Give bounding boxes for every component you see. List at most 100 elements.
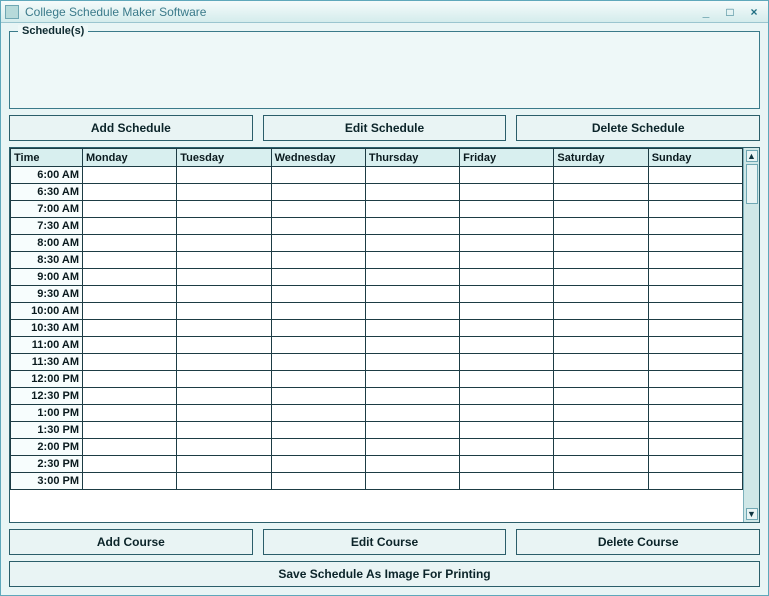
schedule-cell[interactable]	[460, 371, 554, 388]
schedule-cell[interactable]	[648, 201, 742, 218]
schedule-cell[interactable]	[365, 184, 459, 201]
schedule-cell[interactable]	[365, 167, 459, 184]
schedule-cell[interactable]	[554, 303, 648, 320]
schedule-cell[interactable]	[365, 252, 459, 269]
table-row[interactable]: 8:00 AM	[11, 235, 743, 252]
schedule-cell[interactable]	[460, 201, 554, 218]
schedule-cell[interactable]	[460, 405, 554, 422]
schedule-cell[interactable]	[177, 303, 271, 320]
schedule-cell[interactable]	[648, 286, 742, 303]
schedule-cell[interactable]	[83, 405, 177, 422]
col-tuesday[interactable]: Tuesday	[177, 149, 271, 167]
schedule-cell[interactable]	[648, 303, 742, 320]
schedule-cell[interactable]	[271, 184, 365, 201]
scroll-up-icon[interactable]: ▲	[746, 150, 758, 162]
schedule-cell[interactable]	[271, 337, 365, 354]
add-schedule-button[interactable]: Add Schedule	[9, 115, 253, 141]
schedule-cell[interactable]	[648, 354, 742, 371]
schedule-cell[interactable]	[554, 388, 648, 405]
col-wednesday[interactable]: Wednesday	[271, 149, 365, 167]
table-row[interactable]: 2:30 PM	[11, 456, 743, 473]
schedule-table[interactable]: Time Monday Tuesday Wednesday Thursday F…	[10, 148, 743, 490]
schedule-cell[interactable]	[177, 405, 271, 422]
schedule-cell[interactable]	[460, 252, 554, 269]
schedule-cell[interactable]	[554, 354, 648, 371]
schedule-cell[interactable]	[83, 354, 177, 371]
schedule-cell[interactable]	[554, 218, 648, 235]
schedule-cell[interactable]	[177, 286, 271, 303]
schedule-cell[interactable]	[271, 235, 365, 252]
schedule-cell[interactable]	[365, 422, 459, 439]
schedule-cell[interactable]	[648, 388, 742, 405]
schedule-cell[interactable]	[460, 422, 554, 439]
schedule-cell[interactable]	[83, 422, 177, 439]
schedule-cell[interactable]	[177, 388, 271, 405]
schedule-cell[interactable]	[554, 439, 648, 456]
schedule-cell[interactable]	[365, 371, 459, 388]
schedule-cell[interactable]	[271, 354, 365, 371]
schedule-cell[interactable]	[554, 167, 648, 184]
schedule-cell[interactable]	[460, 184, 554, 201]
schedule-cell[interactable]	[648, 252, 742, 269]
schedule-cell[interactable]	[83, 286, 177, 303]
schedule-cell[interactable]	[83, 218, 177, 235]
schedule-cell[interactable]	[460, 320, 554, 337]
edit-course-button[interactable]: Edit Course	[263, 529, 507, 555]
schedule-cell[interactable]	[554, 456, 648, 473]
table-row[interactable]: 1:30 PM	[11, 422, 743, 439]
table-row[interactable]: 9:00 AM	[11, 269, 743, 286]
schedule-cell[interactable]	[177, 371, 271, 388]
table-row[interactable]: 11:00 AM	[11, 337, 743, 354]
schedule-cell[interactable]	[83, 167, 177, 184]
schedule-cell[interactable]	[365, 201, 459, 218]
table-row[interactable]: 8:30 AM	[11, 252, 743, 269]
schedule-cell[interactable]	[177, 235, 271, 252]
schedule-cell[interactable]	[648, 371, 742, 388]
schedule-cell[interactable]	[177, 167, 271, 184]
schedule-cell[interactable]	[460, 167, 554, 184]
schedule-cell[interactable]	[177, 269, 271, 286]
close-button[interactable]: ×	[744, 4, 764, 20]
table-row[interactable]: 1:00 PM	[11, 405, 743, 422]
schedule-cell[interactable]	[554, 235, 648, 252]
schedule-cell[interactable]	[365, 218, 459, 235]
table-row[interactable]: 3:00 PM	[11, 473, 743, 490]
schedule-cell[interactable]	[271, 320, 365, 337]
save-image-button[interactable]: Save Schedule As Image For Printing	[9, 561, 760, 587]
table-row[interactable]: 10:30 AM	[11, 320, 743, 337]
schedule-cell[interactable]	[177, 218, 271, 235]
schedule-cell[interactable]	[177, 354, 271, 371]
table-row[interactable]: 12:30 PM	[11, 388, 743, 405]
schedule-cell[interactable]	[83, 320, 177, 337]
schedule-cell[interactable]	[460, 235, 554, 252]
schedule-cell[interactable]	[83, 269, 177, 286]
table-row[interactable]: 6:30 AM	[11, 184, 743, 201]
minimize-button[interactable]: _	[696, 4, 716, 20]
add-course-button[interactable]: Add Course	[9, 529, 253, 555]
table-row[interactable]: 2:00 PM	[11, 439, 743, 456]
schedule-cell[interactable]	[460, 218, 554, 235]
schedule-cell[interactable]	[271, 439, 365, 456]
schedule-cell[interactable]	[271, 456, 365, 473]
schedule-cell[interactable]	[648, 422, 742, 439]
schedule-cell[interactable]	[365, 388, 459, 405]
schedule-cell[interactable]	[177, 320, 271, 337]
schedule-cell[interactable]	[460, 388, 554, 405]
schedule-cell[interactable]	[648, 269, 742, 286]
schedule-cell[interactable]	[271, 422, 365, 439]
table-row[interactable]: 6:00 AM	[11, 167, 743, 184]
vertical-scrollbar[interactable]: ▲ ▼	[743, 148, 759, 522]
schedule-cell[interactable]	[83, 473, 177, 490]
table-row[interactable]: 12:00 PM	[11, 371, 743, 388]
schedule-cell[interactable]	[554, 371, 648, 388]
schedule-cell[interactable]	[177, 473, 271, 490]
schedule-cell[interactable]	[271, 167, 365, 184]
schedule-cell[interactable]	[271, 405, 365, 422]
table-row[interactable]: 7:00 AM	[11, 201, 743, 218]
schedule-cell[interactable]	[554, 184, 648, 201]
schedule-cell[interactable]	[177, 439, 271, 456]
schedule-cell[interactable]	[83, 184, 177, 201]
schedule-cell[interactable]	[83, 303, 177, 320]
edit-schedule-button[interactable]: Edit Schedule	[263, 115, 507, 141]
col-monday[interactable]: Monday	[83, 149, 177, 167]
